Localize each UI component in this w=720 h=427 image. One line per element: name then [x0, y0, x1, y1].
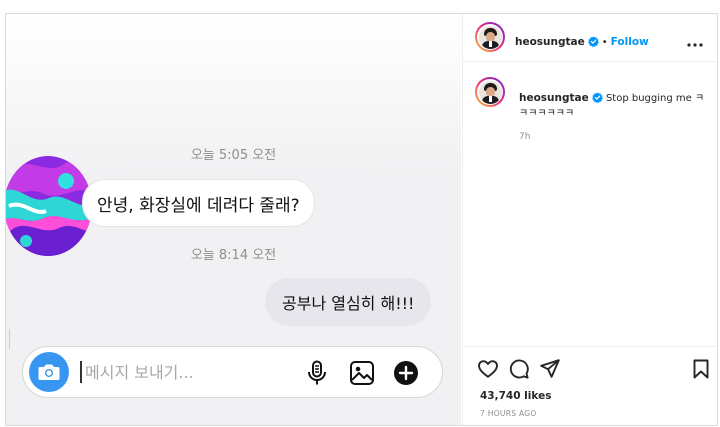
post-actions: 43,740 likes 7 HOURS AGO — [463, 346, 717, 427]
gallery-button[interactable] — [348, 359, 376, 387]
image-edge-line — [9, 329, 10, 349]
image-icon — [350, 361, 374, 385]
instagram-post-frame: 오늘 5:05 오전 안녕, 화장실에 데려다 줄래? 오늘 8:14 오전 공… — [5, 13, 718, 426]
incoming-message-text: 안녕, 화장실에 데려다 줄래? — [97, 195, 300, 216]
chat-avatar — [6, 156, 92, 256]
comment-icon — [509, 359, 529, 379]
heart-icon — [478, 360, 498, 378]
outgoing-message-bubble: 공부나 열심히 해!!! — [265, 278, 432, 326]
likes-count[interactable]: 43,740 likes — [480, 390, 551, 402]
add-icon — [394, 361, 418, 385]
verified-badge-icon — [587, 36, 599, 47]
share-icon — [540, 359, 560, 378]
bookmark-icon — [693, 359, 709, 379]
post-image-chat-screenshot: 오늘 5:05 오전 안녕, 화장실에 데려다 줄래? 오늘 8:14 오전 공… — [6, 14, 461, 425]
verified-badge-icon — [591, 92, 603, 103]
comment-button[interactable] — [508, 358, 530, 380]
caption-author-avatar[interactable] — [475, 77, 505, 107]
more-options-icon — [687, 43, 703, 47]
microphone-icon — [308, 360, 326, 385]
post-header: heosungtae • Follow — [463, 14, 717, 62]
caption-age: 7h — [519, 132, 531, 142]
like-button[interactable] — [477, 358, 499, 380]
message-composer — [22, 346, 443, 398]
incoming-message-bubble: 안녕, 화장실에 데려다 줄래? — [82, 179, 315, 227]
microphone-button[interactable] — [303, 359, 331, 387]
add-button[interactable] — [392, 359, 420, 387]
message-input[interactable] — [80, 361, 275, 383]
author-avatar[interactable] — [475, 22, 505, 52]
author-line: heosungtae • Follow — [515, 36, 649, 48]
chat-timestamp: 오늘 8:14 오전 — [190, 248, 277, 263]
more-options-button[interactable] — [687, 32, 703, 51]
outgoing-message-text: 공부나 열심히 해!!! — [282, 294, 415, 313]
author-username[interactable]: heosungtae — [515, 36, 585, 48]
camera-icon — [38, 364, 60, 380]
caption-username[interactable]: heosungtae — [519, 92, 589, 104]
camera-button[interactable] — [29, 352, 69, 392]
save-button[interactable] — [690, 358, 712, 380]
follow-button[interactable]: Follow — [611, 36, 649, 48]
post-caption: heosungtae Stop bugging me ㅋㅋㅋㅋㅋㅋㅋ — [519, 91, 709, 121]
share-button[interactable] — [539, 358, 561, 380]
post-time-ago: 7 HOURS AGO — [480, 409, 537, 418]
chat-timestamp: 오늘 5:05 오전 — [190, 148, 277, 163]
